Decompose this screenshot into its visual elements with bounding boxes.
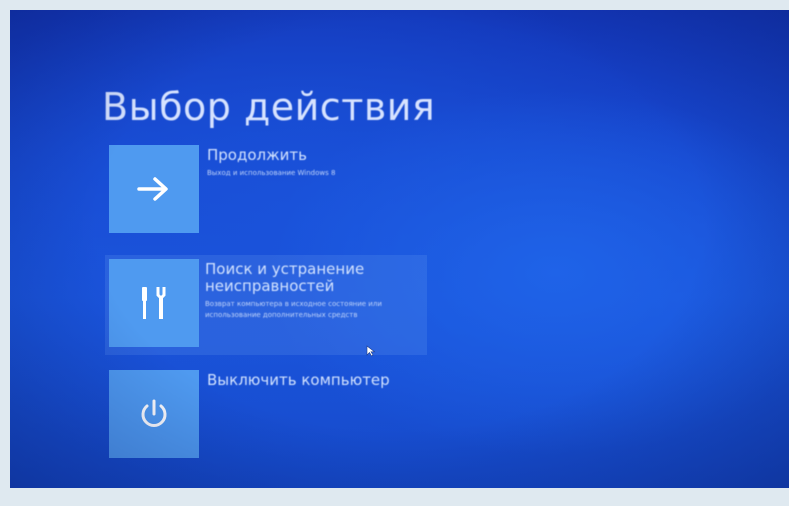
arrow-right-icon [137,175,171,203]
shutdown-tile[interactable] [109,370,199,458]
recovery-screen: Выбор действия Продолжить Выход и исполь… [10,10,789,488]
continue-tile[interactable] [109,145,199,233]
shutdown-option[interactable]: Выключить компьютер [107,370,427,460]
troubleshoot-tile[interactable] [109,259,199,347]
continue-title: Продолжить [207,146,307,164]
window-frame: Выбор действия Продолжить Выход и исполь… [0,0,789,506]
troubleshoot-title: Поиск и устранение неисправностей [205,260,365,295]
power-icon [137,397,171,431]
shutdown-title: Выключить компьютер [207,371,390,389]
continue-option[interactable]: Продолжить Выход и использование Windows… [107,145,427,235]
page-title: Выбор действия [102,85,436,130]
mouse-pointer-icon [366,345,376,357]
troubleshoot-description: Возврат компьютера в исходное состояние … [205,300,382,319]
tools-icon [136,283,172,323]
continue-description: Выход и использование Windows 8 [207,169,336,177]
troubleshoot-option[interactable]: Поиск и устранение неисправностей Возвра… [105,255,427,355]
